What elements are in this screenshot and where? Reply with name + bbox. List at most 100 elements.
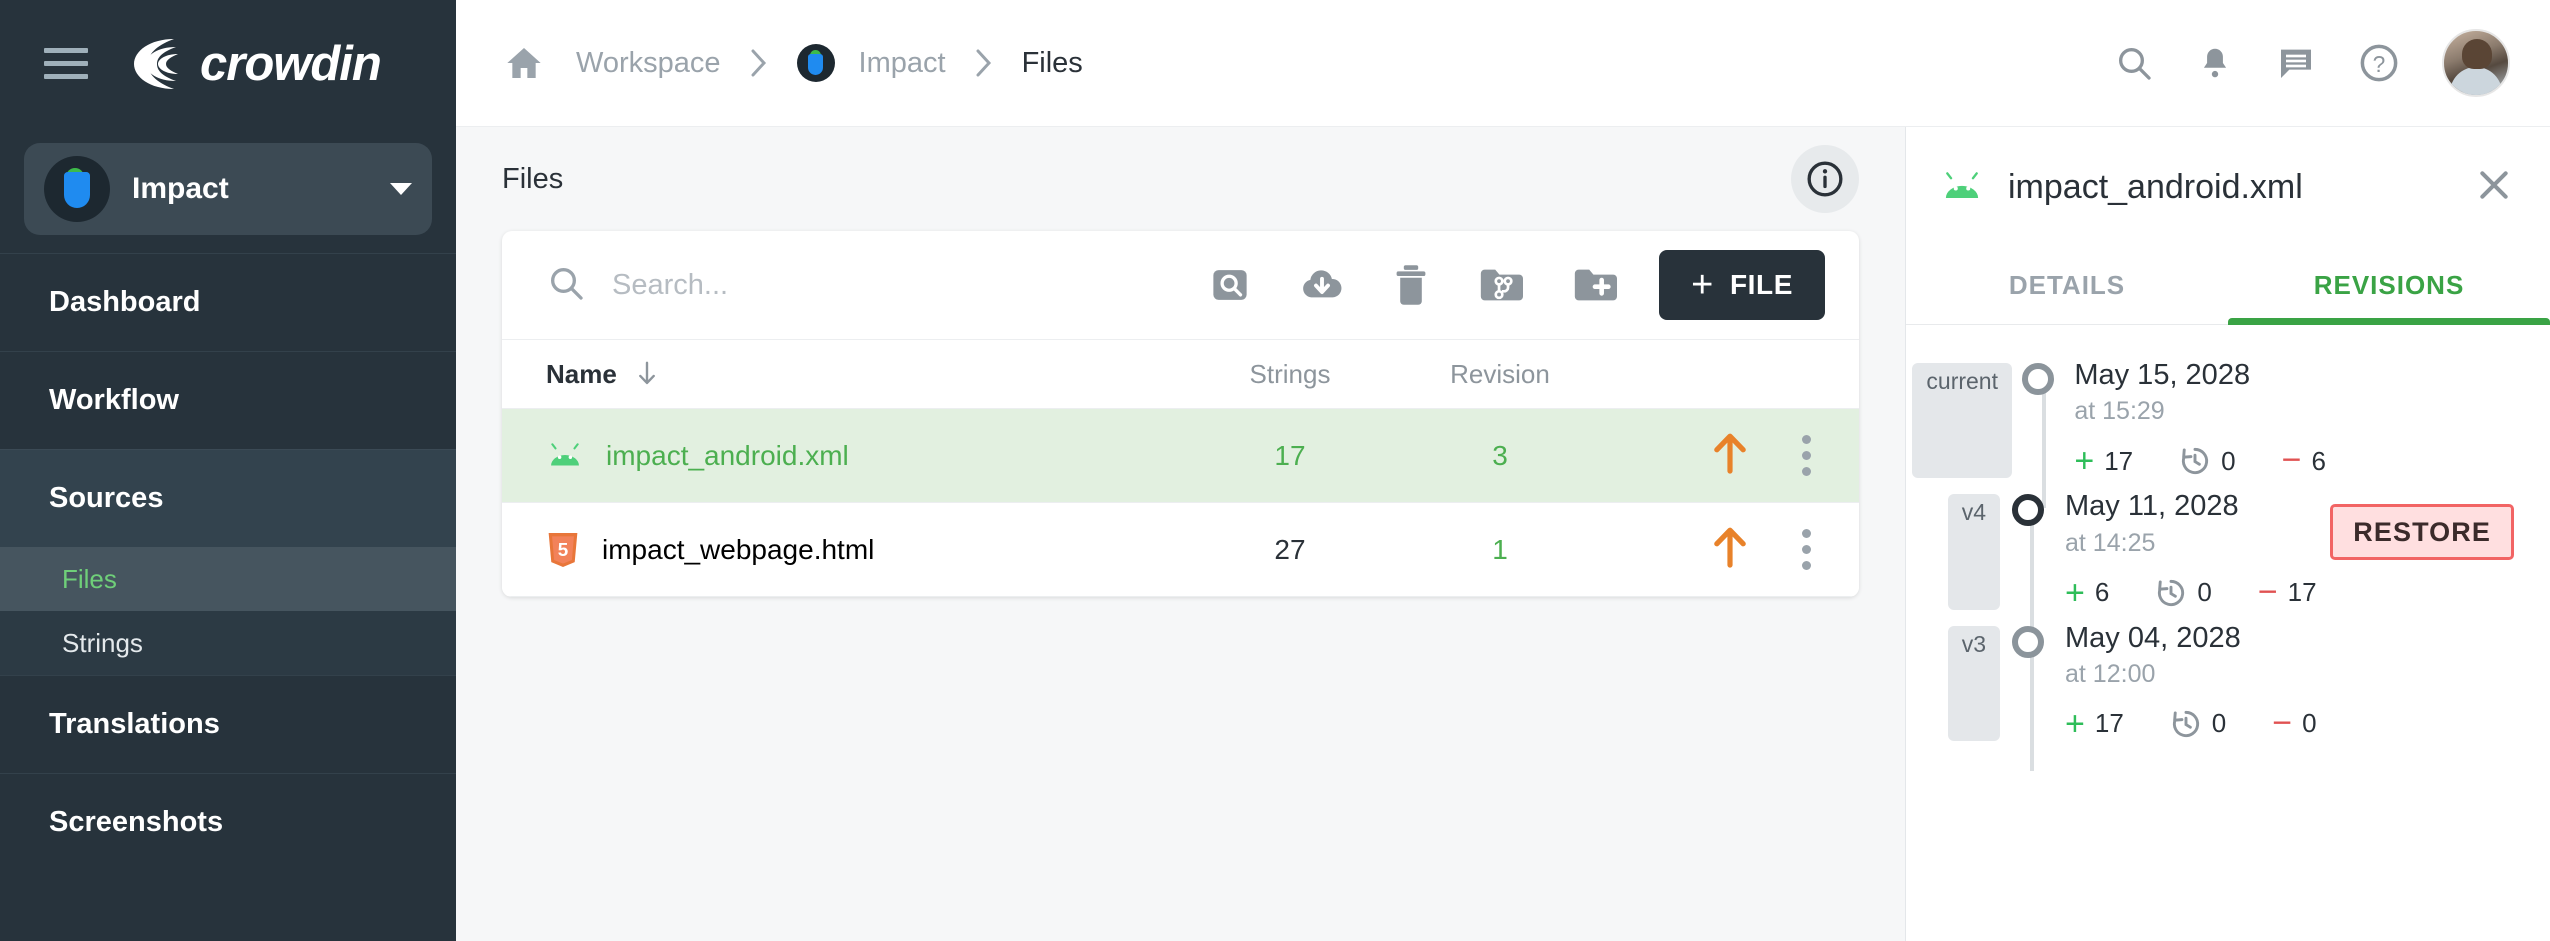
breadcrumb-files: Files: [1021, 46, 1083, 79]
revision-date: May 11, 2028: [2065, 490, 2239, 523]
breadcrumb-impact[interactable]: Impact: [859, 47, 946, 80]
file-name-cell[interactable]: impact_android.xml: [546, 440, 1185, 472]
row-more-menu-icon[interactable]: [1802, 529, 1811, 570]
info-icon[interactable]: [1791, 145, 1859, 213]
chevron-down-icon[interactable]: [390, 183, 412, 195]
sidebar-item-label: Screenshots: [49, 806, 224, 838]
column-header-strings[interactable]: Strings: [1185, 359, 1395, 390]
upload-icon[interactable]: [1710, 525, 1750, 574]
folder-branch-icon[interactable]: [1477, 265, 1524, 305]
revision-added: + 6: [2065, 576, 2109, 610]
hamburger-menu-icon[interactable]: [44, 48, 88, 79]
app-root: crowdin Impact Dashboard Workflow Source…: [0, 0, 2550, 941]
revision-node: [2000, 478, 2055, 640]
added-count: 17: [2094, 708, 2124, 739]
revision-item[interactable]: v4 May 11, 2028 at 14:25 + 6 0 − 17 REST…: [1906, 478, 2550, 640]
plus-icon: +: [2065, 573, 2085, 612]
revision-date: May 15, 2028: [2074, 359, 2251, 391]
revision-body: May 11, 2028 at 14:25 + 6 0 − 17: [2055, 478, 2317, 609]
project-selector[interactable]: Impact: [24, 143, 432, 235]
tab-label: DETAILS: [2008, 270, 2126, 300]
avatar[interactable]: [2442, 29, 2510, 97]
crowdin-logo[interactable]: crowdin: [124, 35, 382, 93]
sidebar-item-label: Translations: [49, 708, 220, 740]
tab-revisions[interactable]: REVISIONS: [2228, 247, 2550, 325]
file-name-cell[interactable]: 5 impact_webpage.html: [546, 531, 1185, 569]
row-more-menu-icon[interactable]: [1802, 435, 1811, 476]
revision-deleted: − 0: [2272, 706, 2316, 740]
download-cloud-icon[interactable]: [1299, 264, 1345, 306]
revision-added: + 17: [2065, 707, 2124, 741]
sidebar-item-workflow[interactable]: Workflow: [0, 351, 456, 449]
home-icon[interactable]: [502, 43, 546, 83]
row-actions: [1605, 431, 1825, 480]
column-header-name[interactable]: Name: [546, 359, 1185, 390]
files-card: + FILE Name Strings Revision: [502, 231, 1859, 597]
content-area: Files Search... + FILE Name Strings Revi…: [456, 127, 2550, 941]
upload-icon[interactable]: [1710, 431, 1750, 480]
revision-circle-icon: [2011, 494, 2044, 527]
table-row[interactable]: impact_android.xml 17 3: [502, 409, 1859, 503]
bell-icon[interactable]: [2196, 44, 2234, 82]
added-count: 17: [2104, 445, 2134, 476]
revision-updated: 0: [2179, 445, 2236, 477]
breadcrumb-separator-icon: [974, 47, 994, 79]
sidebar-item-sources[interactable]: Sources: [0, 449, 456, 547]
revision-item[interactable]: current May 15, 2028 at 15:29 + 17 0 − 6: [1906, 347, 2550, 509]
files-header: Files: [502, 127, 1859, 231]
breadcrumb-workspace[interactable]: Workspace: [576, 47, 721, 80]
revision-date: May 04, 2028: [2065, 621, 2241, 654]
help-icon[interactable]: ?: [2358, 42, 2400, 84]
revision-time: at 15:29: [2074, 397, 2165, 426]
minus-icon: −: [2281, 441, 2302, 480]
file-revision-count: 3: [1492, 439, 1508, 471]
table-row[interactable]: 5 impact_webpage.html 27 1: [502, 503, 1859, 597]
sidebar-item-files[interactable]: Files: [0, 547, 456, 611]
tab-label: REVISIONS: [2313, 270, 2465, 300]
page-title: Files: [502, 162, 564, 195]
revision-body: May 04, 2028 at 12:00 + 17 0 − 0: [2055, 610, 2317, 741]
sidebar-subitem-label: Strings: [62, 627, 143, 658]
search-icon: [546, 263, 586, 308]
main-area: Workspace Impact Files ? Files Search...…: [456, 0, 2550, 941]
add-file-button[interactable]: + FILE: [1659, 250, 1825, 320]
revision-badge: v4: [1947, 494, 2001, 610]
revision-body: May 15, 2028 at 15:29 + 17 0 − 6: [2064, 347, 2326, 478]
search-input[interactable]: [612, 268, 1210, 302]
sidebar-item-label: Workflow: [49, 384, 179, 416]
revision-added: + 17: [2074, 444, 2133, 478]
revision-badge-col: v4: [1928, 478, 2001, 610]
revision-updated: 0: [2155, 577, 2212, 609]
add-folder-icon[interactable]: [1571, 265, 1618, 305]
search-in-files-icon[interactable]: [1209, 264, 1251, 306]
revision-item[interactable]: v3 May 04, 2028 at 12:00 + 17 0 − 0: [1906, 610, 2550, 771]
close-icon[interactable]: [2474, 165, 2514, 210]
sidebar-item-strings[interactable]: Strings: [0, 611, 456, 675]
history-clock-icon: [2158, 579, 2185, 606]
revision-badge-col: v3: [1928, 610, 2001, 741]
svg-text:?: ?: [2373, 51, 2386, 77]
revision-badge-col: current: [1912, 347, 2012, 479]
file-name: impact_webpage.html: [602, 533, 875, 565]
file-strings-count: 27: [1274, 533, 1306, 565]
search-icon[interactable]: [2114, 43, 2154, 83]
sidebar-item-translations[interactable]: Translations: [0, 675, 456, 773]
panel-header: impact_android.xml: [1906, 127, 2550, 247]
sidebar-item-dashboard[interactable]: Dashboard: [0, 253, 456, 351]
sidebar-item-screenshots[interactable]: Screenshots: [0, 773, 456, 871]
revision-action-col: [2326, 347, 2514, 478]
table-header: Name Strings Revision: [502, 339, 1859, 409]
restore-button[interactable]: RESTORE: [2330, 504, 2514, 561]
delete-icon[interactable]: [1393, 263, 1429, 307]
tab-details[interactable]: DETAILS: [1906, 247, 2228, 324]
revision-circle-icon: [2022, 363, 2055, 395]
deleted-count: 6: [2311, 445, 2326, 476]
android-icon: [1945, 172, 1979, 198]
project-avatar: [44, 156, 110, 222]
history-clock-icon: [2172, 710, 2199, 737]
html5-icon: 5: [548, 532, 578, 567]
chat-icon[interactable]: [2276, 43, 2316, 83]
revision-circle-icon: [2011, 625, 2044, 658]
column-header-revision[interactable]: Revision: [1395, 359, 1605, 390]
panel-title: impact_android.xml: [2008, 167, 2303, 206]
